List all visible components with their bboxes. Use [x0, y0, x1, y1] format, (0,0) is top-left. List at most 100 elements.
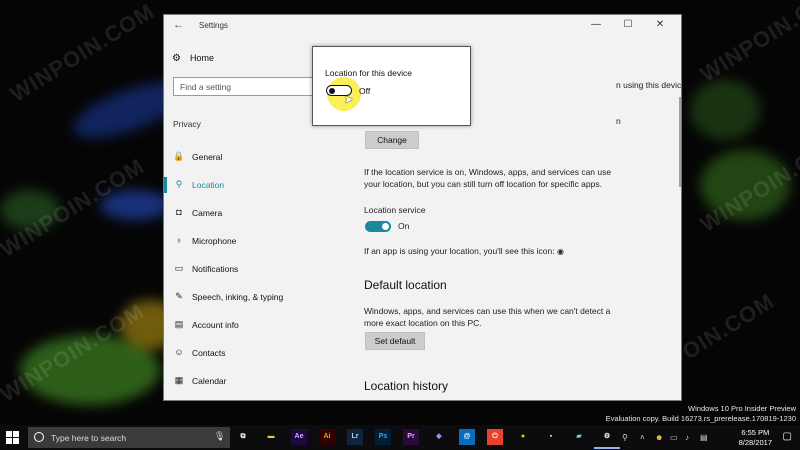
illustrator-taskbar-icon[interactable]: Ai — [319, 429, 335, 445]
title-bar: ← Settings — ☐ ✕ — [164, 15, 681, 37]
windows-logo-icon — [6, 431, 12, 437]
people-icon[interactable]: ⚲ — [622, 433, 628, 442]
intro-text: n using this device can choose their — [616, 80, 682, 90]
description-line: your location, but you can still turn of… — [364, 179, 602, 189]
sidebar-home[interactable]: ⚙ Home — [172, 53, 214, 64]
camera-icon: ◘ — [176, 207, 182, 217]
location-history-heading: Location history — [364, 379, 449, 393]
flyout-toggle-state: Off — [359, 86, 371, 96]
search-placeholder: Find a setting — [180, 82, 232, 92]
sidebar-item-microphone[interactable]: ♁ Microphone — [164, 231, 314, 251]
location-service-toggle[interactable] — [365, 221, 391, 232]
start-button[interactable] — [6, 431, 19, 444]
mail-taskbar-icon[interactable]: @ — [459, 429, 475, 445]
scrollbar[interactable] — [679, 97, 681, 187]
close-button[interactable]: ✕ — [645, 19, 675, 30]
flyout-title: Location for this device — [325, 68, 412, 78]
contacts-icon: ☺ — [174, 347, 184, 357]
sidebar: ⚙ Home Find a setting Privacy 🔒 General ⚲ Lo… — [164, 37, 314, 400]
home-label: Home — [190, 53, 215, 63]
minimize-button[interactable]: — — [581, 19, 611, 30]
chrome-taskbar-icon[interactable]: ● — [515, 429, 531, 445]
windows-logo-icon — [13, 438, 19, 444]
taskbar-search-placeholder: Type here to search — [51, 433, 127, 443]
after-effects-taskbar-icon[interactable]: Ae — [291, 429, 307, 445]
sidebar-item-label: Location — [192, 180, 225, 190]
cortana-icon — [34, 432, 44, 442]
sidebar-item-camera[interactable]: ◘ Camera — [164, 203, 314, 223]
taskbar: Type here to search 🎙 ⧉ ▬ Ae Ai Lr Ps Pr ◆ @ ⏻ ● ▪ ▰… — [0, 425, 800, 450]
lightroom-taskbar-icon[interactable]: Lr — [347, 429, 363, 445]
onedrive-icon[interactable]: ☻ — [655, 433, 663, 442]
watermark: WINPOIN.COM — [695, 0, 800, 87]
sticky-notes-taskbar-icon[interactable]: ▪ — [543, 429, 559, 445]
location-pin-icon: ⚲ — [175, 179, 183, 189]
location-device-flyout: Location for this device Off ➤ — [312, 46, 471, 126]
network-icon[interactable]: ▭ — [670, 433, 678, 442]
location-service-label: Location service — [364, 205, 426, 215]
sidebar-item-location[interactable]: ⚲ Location — [164, 175, 314, 195]
settings-taskbar-icon[interactable]: ⚙ — [594, 429, 620, 449]
find-setting-input[interactable]: Find a setting — [173, 77, 314, 96]
sidebar-item-label: Contacts — [192, 348, 226, 358]
set-default-button[interactable]: Set default — [365, 332, 425, 350]
lock-icon: 🔒 — [173, 151, 185, 161]
file-explorer-taskbar-icon[interactable]: ▬ — [263, 429, 279, 445]
paint-taskbar-icon[interactable]: ▰ — [571, 429, 587, 445]
mouse-pointer-icon: ➤ — [344, 94, 354, 106]
sidebar-item-label: Camera — [192, 208, 223, 218]
description-line: more exact location on this PC. — [364, 318, 482, 328]
sidebar-item-contacts[interactable]: ☺ Contacts — [164, 343, 314, 363]
system-clock[interactable]: 6:55 PM 8/28/2017 — [739, 428, 772, 448]
sidebar-item-calendar[interactable]: ▦ Calendar — [164, 371, 314, 391]
speech-icon: ✎ — [175, 291, 183, 301]
description-line: If the location service is on, Windows, … — [364, 167, 612, 177]
change-button[interactable]: Change — [365, 131, 419, 149]
show-hidden-icons-icon[interactable]: ˄ — [640, 433, 645, 442]
microphone-icon[interactable]: 🎙 — [214, 431, 225, 442]
premiere-taskbar-icon[interactable]: Pr — [403, 429, 419, 445]
section-title: Privacy — [173, 119, 201, 129]
wallpaper-streak — [690, 80, 760, 140]
sidebar-item-label: Microphone — [192, 236, 237, 246]
account-info-icon: ▤ — [174, 319, 184, 329]
action-center-icon[interactable]: ▢ — [783, 431, 792, 442]
selection-indicator — [164, 177, 167, 193]
power-app-taskbar-icon[interactable]: ⏻ — [487, 429, 503, 445]
visual-studio-taskbar-icon[interactable]: ◆ — [431, 429, 447, 445]
keyboard-icon[interactable]: ▤ — [700, 433, 708, 442]
sidebar-item-general[interactable]: 🔒 General — [164, 147, 314, 167]
build-line: Evaluation copy. Build 16273.rs_prerelea… — [605, 414, 796, 423]
photoshop-taskbar-icon[interactable]: Ps — [375, 429, 391, 445]
window-title: Settings — [199, 21, 228, 30]
default-location-description: Windows, apps, and services can use this… — [364, 305, 674, 329]
build-line: Windows 10 Pro Insider Preview — [688, 404, 796, 413]
sidebar-item-account-info[interactable]: ▤ Account info — [164, 315, 314, 335]
sidebar-item-speech-inking-typing[interactable]: ✎ Speech, inking, & typing — [164, 287, 314, 307]
location-service-state: On — [398, 221, 410, 231]
build-watermark: Windows 10 Pro Insider Preview Evaluatio… — [606, 404, 796, 424]
sidebar-item-label: Speech, inking, & typing — [192, 292, 284, 302]
sidebar-item-label: General — [192, 152, 223, 162]
calendar-icon: ▦ — [174, 375, 184, 385]
sidebar-item-notifications[interactable]: ▭ Notifications — [164, 259, 314, 279]
microphone-icon: ♁ — [175, 235, 183, 245]
volume-icon[interactable]: ♪ — [685, 433, 689, 442]
icon-note-text: If an app is using your location, you'll… — [364, 246, 555, 256]
clock-date: 8/28/2017 — [738, 438, 772, 447]
windows-logo-icon — [13, 431, 19, 437]
sidebar-item-label: Calendar — [192, 376, 227, 386]
gear-icon: ⚙ — [172, 53, 181, 64]
back-arrow-icon[interactable]: ← — [173, 19, 184, 31]
location-in-use-icon: ◉ — [557, 247, 564, 256]
location-icon-note: If an app is using your location, you'll… — [364, 245, 564, 258]
taskbar-search-box[interactable]: Type here to search 🎙 — [28, 427, 230, 448]
clock-time: 6:55 PM — [741, 428, 770, 437]
maximize-button[interactable]: ☐ — [613, 19, 643, 30]
service-description: If the location service is on, Windows, … — [364, 166, 674, 190]
sidebar-item-label: Account info — [192, 320, 239, 330]
task-view-taskbar-icon[interactable]: ⧉ — [235, 429, 251, 445]
notifications-icon: ▭ — [174, 263, 184, 273]
sidebar-item-call-history[interactable]: ☏Call history — [164, 399, 314, 400]
sidebar-item-label: Notifications — [192, 264, 239, 274]
